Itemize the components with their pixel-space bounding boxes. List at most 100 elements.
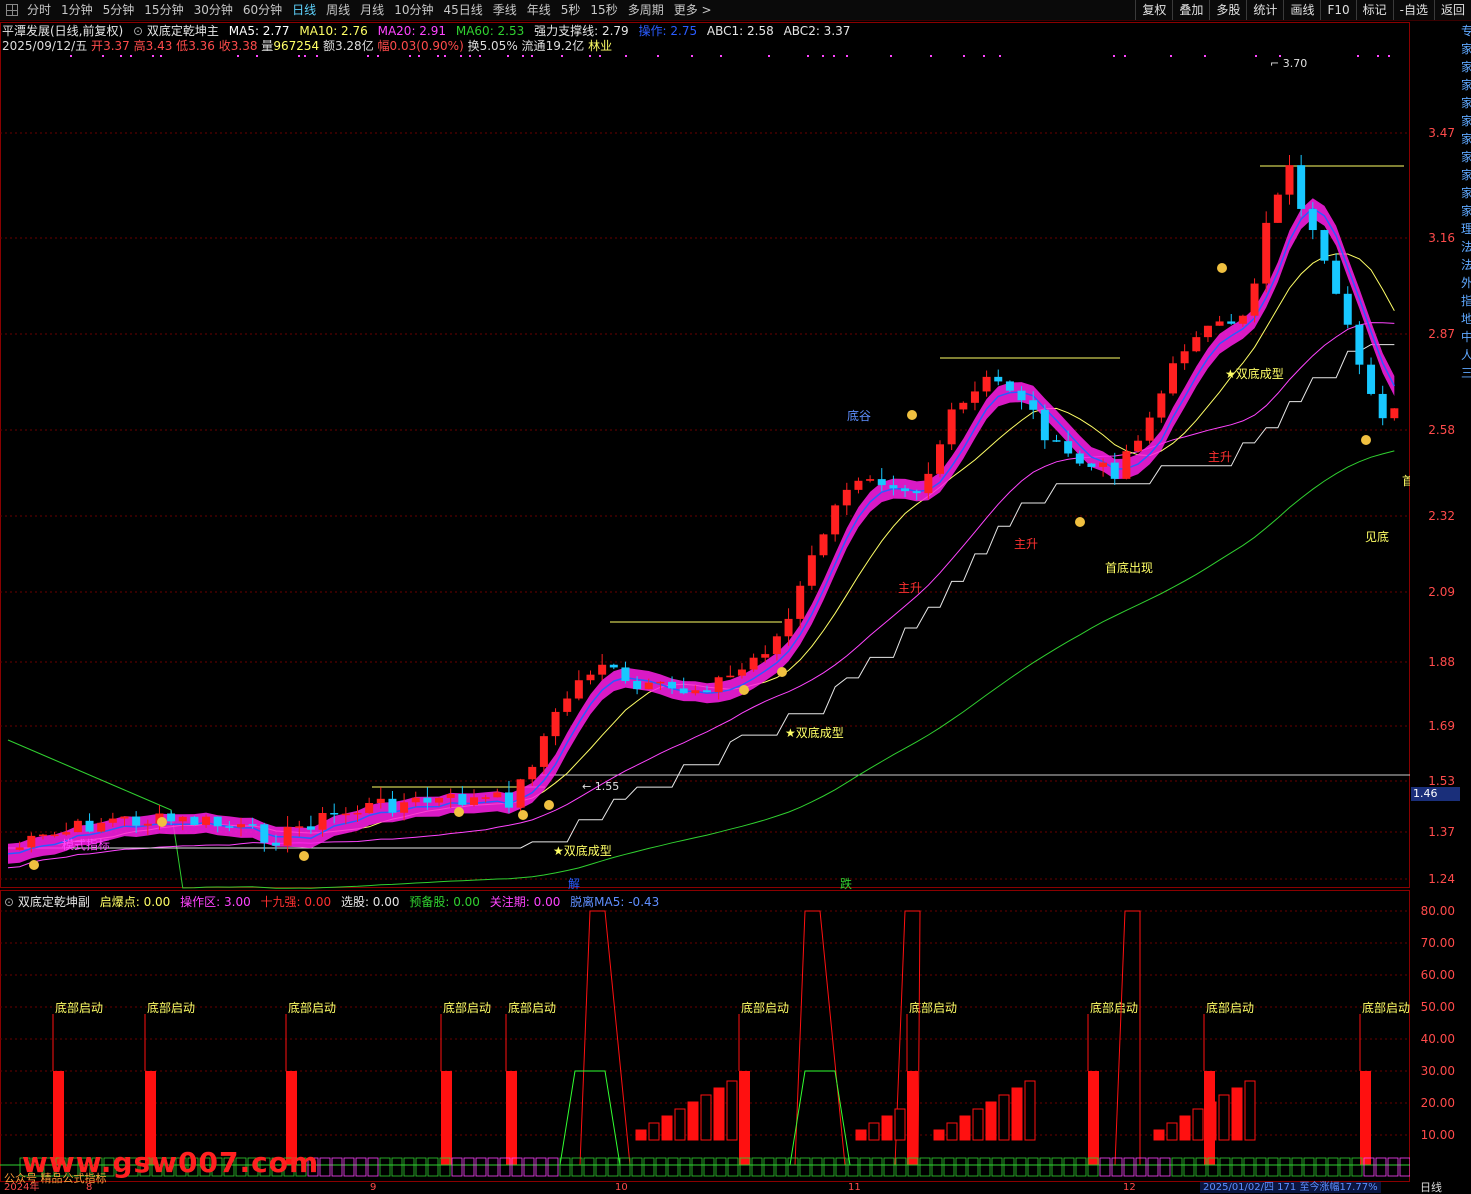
- price-axis-label: 1.88: [1428, 655, 1455, 669]
- buy-signal-icon: [1075, 517, 1085, 527]
- price-axis-label: 2.87: [1428, 327, 1455, 341]
- kline-chart[interactable]: ⌐ 3.70← 1.55★双底成型★双底成型★双底成型主升主升主升首底出现见底首…: [0, 0, 1410, 1182]
- signal-dot: [930, 55, 932, 57]
- signal-dot: [1113, 55, 1115, 57]
- candle-body: [703, 690, 711, 693]
- double-bottom-label: ★双底成型: [785, 725, 844, 740]
- buy-signal-icon: [739, 685, 749, 695]
- strip-char[interactable]: 家: [1461, 112, 1471, 130]
- candle-body: [679, 688, 688, 694]
- state-box: [619, 1157, 631, 1177]
- sub-czq: 操作区: 3.00: [180, 895, 251, 909]
- signal-dot: [479, 55, 481, 57]
- signal-dot: [367, 55, 369, 57]
- candle-body: [737, 669, 746, 676]
- main-rise-label: 主升: [1208, 450, 1232, 464]
- state-box: [787, 1157, 799, 1177]
- signal-dot: [589, 55, 591, 57]
- candle-body: [1099, 462, 1108, 467]
- state-box: [1051, 1157, 1063, 1177]
- double-bottom-label: ★双底成型: [1225, 366, 1284, 381]
- bottom-start-label: 底部启动: [508, 1000, 556, 1015]
- signal-dot: [507, 55, 509, 57]
- candle-body: [1052, 440, 1061, 442]
- signal-dot: [160, 55, 162, 57]
- signal-dot: [418, 55, 420, 57]
- signal-dot: [130, 55, 132, 57]
- candle-body: [528, 766, 537, 780]
- see-bottom-label: 见底: [1365, 529, 1389, 544]
- strip-char[interactable]: 专: [1461, 22, 1471, 40]
- candle-body: [656, 681, 665, 684]
- candle-body: [586, 674, 595, 681]
- strip-char[interactable]: 家: [1461, 202, 1471, 220]
- stair-box: [1153, 1129, 1165, 1141]
- candle-body: [877, 479, 886, 486]
- strip-char[interactable]: 家: [1461, 76, 1471, 94]
- candle-body: [1273, 194, 1282, 223]
- candle-body: [178, 816, 187, 822]
- strip-char[interactable]: 指: [1461, 292, 1471, 310]
- state-box: [859, 1157, 871, 1177]
- signal-dot: [304, 55, 306, 57]
- signal-dot: [70, 55, 72, 57]
- strip-char[interactable]: 家: [1461, 148, 1471, 166]
- candle-body: [1215, 321, 1224, 326]
- strip-char[interactable]: 法: [1461, 238, 1471, 256]
- state-box: [895, 1157, 907, 1177]
- signal-dot: [444, 55, 446, 57]
- candle-body: [714, 677, 723, 693]
- state-box: [1159, 1157, 1171, 1177]
- candle-body: [1192, 337, 1201, 352]
- state-box: [631, 1157, 643, 1177]
- spike-line: [579, 910, 631, 1166]
- candle-body: [237, 824, 245, 828]
- strip-char[interactable]: 家: [1461, 40, 1471, 58]
- signal-dot: [846, 55, 848, 57]
- state-box: [1063, 1157, 1075, 1177]
- state-box: [415, 1157, 427, 1177]
- toolbar-button-8[interactable]: 返回: [1433, 0, 1471, 20]
- strip-char[interactable]: 中: [1461, 328, 1471, 346]
- bottom-start-label: 底部启动: [443, 1000, 491, 1015]
- strip-char[interactable]: 家: [1461, 184, 1471, 202]
- candle-body: [1285, 165, 1294, 195]
- strip-char[interactable]: 地: [1461, 310, 1471, 328]
- signal-dot: [256, 55, 258, 57]
- strip-char[interactable]: 人: [1461, 346, 1471, 364]
- state-box: [967, 1157, 979, 1177]
- sub-axis-label: 40.00: [1420, 1032, 1455, 1046]
- candle-body: [493, 792, 502, 798]
- candle-body: [959, 402, 968, 410]
- strip-char[interactable]: 法: [1461, 256, 1471, 274]
- candle-body: [1227, 321, 1236, 324]
- strip-char[interactable]: 家: [1461, 58, 1471, 76]
- sub-toggle-icon[interactable]: ⊙: [4, 895, 14, 909]
- candle-body: [38, 834, 47, 837]
- candle-body: [994, 376, 1003, 382]
- signal-dot: [768, 55, 770, 57]
- stair-box: [946, 1122, 958, 1141]
- stair-box: [1024, 1080, 1036, 1141]
- candle-body: [1134, 440, 1143, 452]
- candle-body: [668, 681, 677, 689]
- state-box: [1147, 1157, 1159, 1177]
- sub-indicator-name[interactable]: 双底定乾坤副: [18, 895, 90, 909]
- ma10-line: [7, 253, 1395, 855]
- stair-box: [1166, 1122, 1178, 1141]
- strip-char[interactable]: 外: [1461, 274, 1471, 292]
- strip-char[interactable]: 家: [1461, 166, 1471, 184]
- strip-char[interactable]: 理: [1461, 220, 1471, 238]
- bottom-start-label: 底部启动: [1206, 1000, 1254, 1015]
- strip-char[interactable]: 三: [1461, 364, 1471, 382]
- candle-body: [1040, 409, 1049, 441]
- state-box: [1303, 1157, 1315, 1177]
- candle-body: [481, 797, 490, 799]
- strip-char[interactable]: 家: [1461, 94, 1471, 112]
- signal-dot: [316, 55, 318, 57]
- strip-char[interactable]: 家: [1461, 130, 1471, 148]
- signal-dot: [561, 55, 563, 57]
- candle-body: [73, 820, 82, 833]
- candle-body: [248, 824, 257, 826]
- state-box: [1027, 1157, 1039, 1177]
